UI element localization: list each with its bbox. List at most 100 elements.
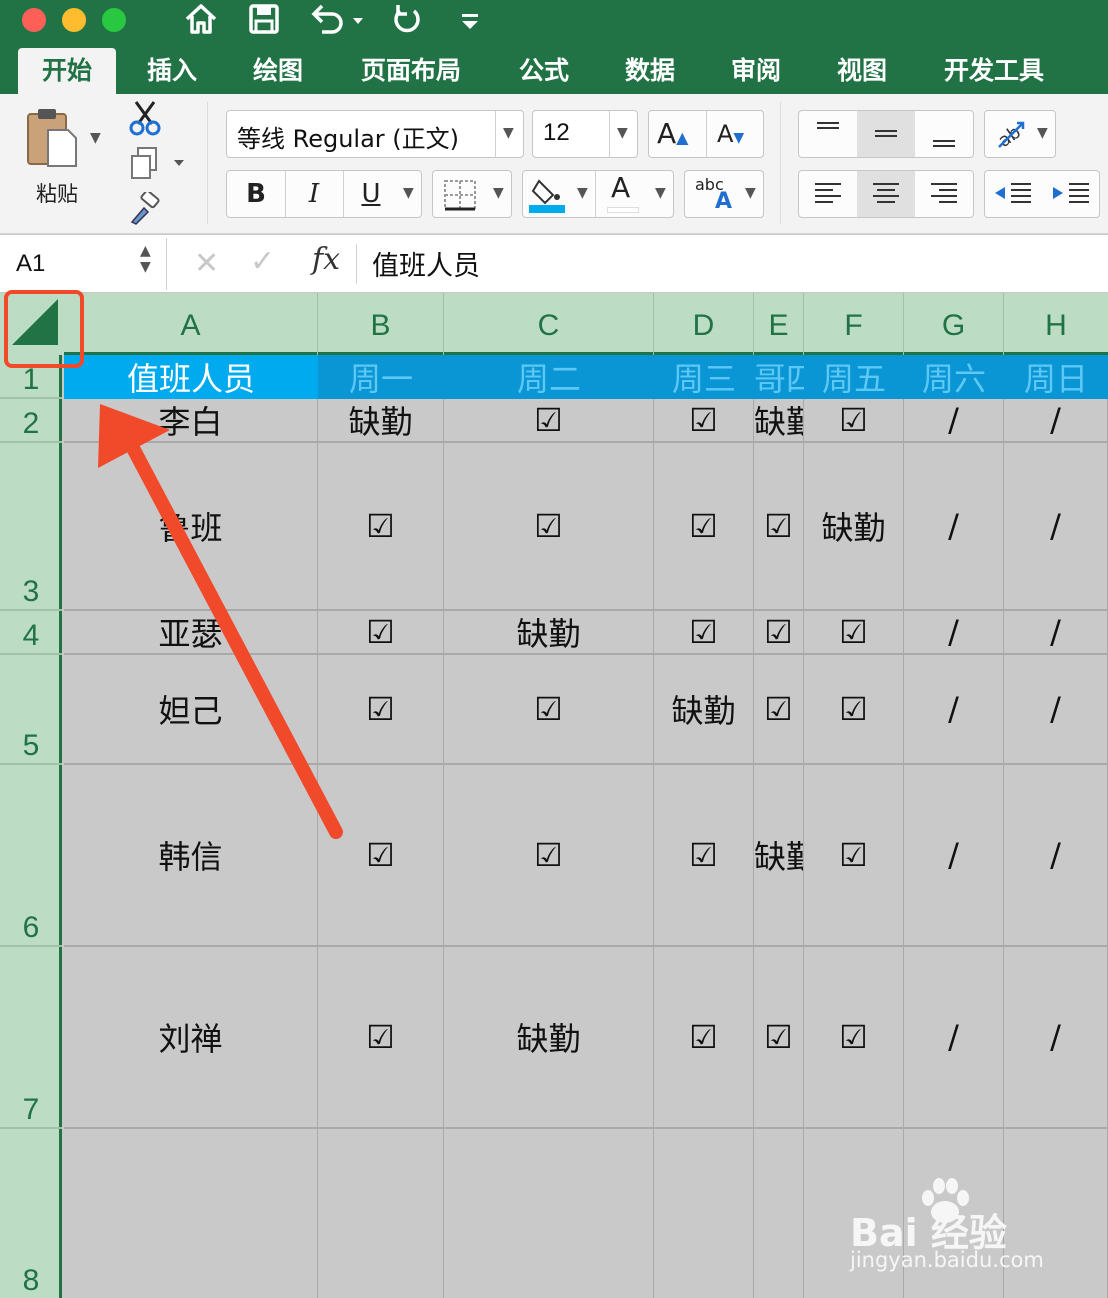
cell-f7[interactable]: ☑ (804, 947, 904, 1129)
name-box-stepper-icon[interactable]: ▲ ▼ (140, 243, 151, 275)
enter-icon[interactable]: ✓ (250, 244, 275, 279)
font-size-select[interactable]: 12 ▼ (532, 110, 638, 158)
cell-c1[interactable]: 周二 (444, 355, 654, 399)
cell-c6[interactable]: ☑ (444, 765, 654, 947)
cell-b8[interactable] (318, 1129, 444, 1298)
undo-icon[interactable] (310, 2, 364, 46)
column-header-f[interactable]: F (804, 293, 904, 355)
formula-input[interactable]: 值班人员 (372, 244, 480, 283)
cell-c5[interactable]: ☑ (444, 655, 654, 765)
save-icon[interactable] (248, 2, 280, 46)
row-header-4[interactable]: 4 (0, 611, 62, 655)
shrink-font-button[interactable]: A▼ (717, 120, 744, 148)
grow-font-button[interactable]: A▲ (657, 117, 688, 150)
cell-e6[interactable]: 缺勤 (754, 765, 804, 947)
cell-f2[interactable]: ☑ (804, 399, 904, 443)
cell-g5[interactable]: / (904, 655, 1004, 765)
cell-b3[interactable]: ☑ (318, 443, 444, 611)
cell-d2[interactable]: ☑ (654, 399, 754, 443)
font-color-dropdown-icon[interactable]: ▼ (655, 185, 666, 201)
name-box[interactable]: A1 (16, 250, 45, 278)
cell-f3[interactable]: 缺勤 (804, 443, 904, 611)
cell-a7[interactable]: 刘禅 (64, 947, 318, 1129)
tab-home[interactable]: 开始 (18, 48, 116, 94)
fill-color-icon[interactable] (529, 175, 565, 213)
cell-b4[interactable]: ☑ (318, 611, 444, 655)
cell-d3[interactable]: ☑ (654, 443, 754, 611)
cell-h6[interactable]: / (1004, 765, 1108, 947)
cell-h3[interactable]: / (1004, 443, 1108, 611)
cell-a2[interactable]: 李白 (64, 399, 318, 443)
tab-insert[interactable]: 插入 (132, 48, 212, 94)
fill-color-dropdown-icon[interactable]: ▼ (577, 185, 588, 201)
cell-f1[interactable]: 周五 (804, 355, 904, 399)
cell-d6[interactable]: ☑ (654, 765, 754, 947)
cell-a3[interactable]: 鲁班 (64, 443, 318, 611)
underline-button[interactable]: U (343, 171, 399, 217)
cell-a1[interactable]: 值班人员 (64, 355, 318, 399)
cell-f5[interactable]: ☑ (804, 655, 904, 765)
orientation-button[interactable]: ab ▼ (984, 110, 1056, 158)
align-middle-button[interactable] (857, 111, 915, 157)
increase-indent-icon[interactable] (1043, 171, 1101, 217)
cell-e3[interactable]: ☑ (754, 443, 804, 611)
font-name-select[interactable]: 等线 Regular (正文) ▼ (226, 110, 524, 158)
cell-h5[interactable]: / (1004, 655, 1108, 765)
cell-g7[interactable]: / (904, 947, 1004, 1129)
cell-g6[interactable]: / (904, 765, 1004, 947)
cell-d7[interactable]: ☑ (654, 947, 754, 1129)
minimize-window-button[interactable] (62, 8, 86, 32)
tab-formulas[interactable]: 公式 (506, 48, 582, 94)
column-header-c[interactable]: C (444, 293, 654, 355)
row-header-7[interactable]: 7 (0, 947, 62, 1129)
cell-b7[interactable]: ☑ (318, 947, 444, 1129)
insert-function-button[interactable]: fx (312, 242, 340, 277)
tab-developer[interactable]: 开发工具 (932, 48, 1056, 94)
cell-a8[interactable] (64, 1129, 318, 1298)
cell-e5[interactable]: ☑ (754, 655, 804, 765)
align-center-button[interactable] (857, 171, 915, 217)
cell-e8[interactable] (754, 1129, 804, 1298)
cell-g3[interactable]: / (904, 443, 1004, 611)
cell-e2[interactable]: 缺勤 (754, 399, 804, 443)
column-header-h[interactable]: H (1004, 293, 1108, 355)
cell-h2[interactable]: / (1004, 399, 1108, 443)
cell-h7[interactable]: / (1004, 947, 1108, 1129)
cell-c7[interactable]: 缺勤 (444, 947, 654, 1129)
zoom-window-button[interactable] (102, 8, 126, 32)
tab-review[interactable]: 审阅 (718, 48, 794, 94)
cell-a6[interactable]: 韩信 (64, 765, 318, 947)
cell-c2[interactable]: ☑ (444, 399, 654, 443)
align-top-icon[interactable] (799, 111, 857, 157)
cell-b5[interactable]: ☑ (318, 655, 444, 765)
align-left-icon[interactable] (799, 171, 857, 217)
cell-d8[interactable] (654, 1129, 754, 1298)
align-right-icon[interactable] (915, 171, 973, 217)
cut-icon[interactable] (128, 100, 162, 140)
cell-a4[interactable]: 亚瑟 (64, 611, 318, 655)
column-header-a[interactable]: A (64, 293, 318, 355)
customize-toolbar-icon[interactable] (460, 2, 480, 46)
cell-g1[interactable]: 周六 (904, 355, 1004, 399)
font-color-button[interactable]: A (611, 171, 630, 204)
align-bottom-icon[interactable] (915, 111, 973, 157)
tab-page-layout[interactable]: 页面布局 (350, 48, 472, 94)
column-header-e[interactable]: E (754, 293, 804, 355)
cell-b1[interactable]: 周一 (318, 355, 444, 399)
cell-c4[interactable]: 缺勤 (444, 611, 654, 655)
cell-b2[interactable]: 缺勤 (318, 399, 444, 443)
cell-f4[interactable]: ☑ (804, 611, 904, 655)
close-window-button[interactable] (22, 8, 46, 32)
cell-g2[interactable]: / (904, 399, 1004, 443)
cell-c8[interactable] (444, 1129, 654, 1298)
paste-button[interactable]: ▼ 粘贴 (20, 106, 110, 210)
cell-e4[interactable]: ☑ (754, 611, 804, 655)
cell-a5[interactable]: 妲己 (64, 655, 318, 765)
underline-dropdown-icon[interactable]: ▼ (403, 185, 414, 201)
format-painter-icon[interactable] (128, 189, 162, 230)
home-icon[interactable] (184, 2, 218, 46)
cell-d1[interactable]: 周三 (654, 355, 754, 399)
borders-button[interactable]: ▼ (432, 170, 512, 218)
cell-h4[interactable]: / (1004, 611, 1108, 655)
tab-view[interactable]: 视图 (824, 48, 900, 94)
